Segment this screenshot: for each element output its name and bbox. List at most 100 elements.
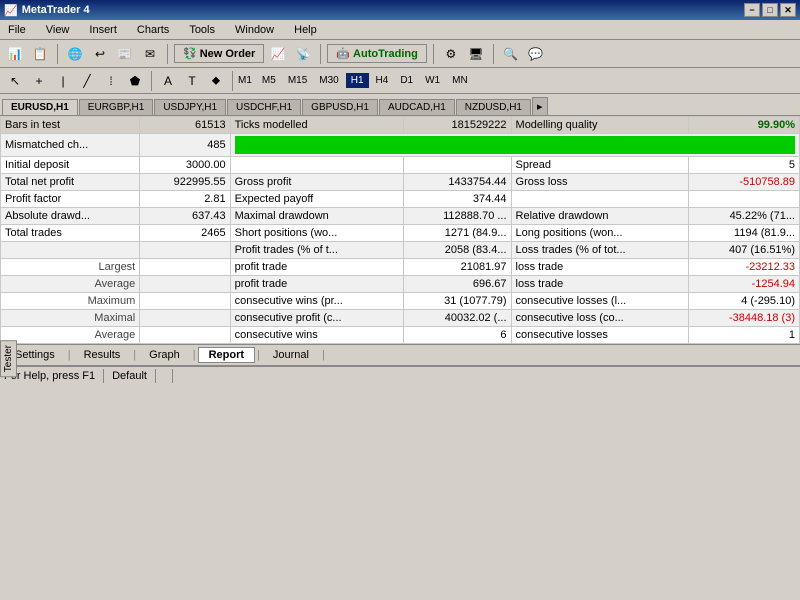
absdraw-value: 637.43 xyxy=(140,208,230,225)
menu-view[interactable]: View xyxy=(42,22,74,38)
period-h1[interactable]: H1 xyxy=(346,73,369,88)
quality-value: 99.90% xyxy=(688,117,799,134)
tab-graph[interactable]: Graph xyxy=(138,347,191,363)
period-d1[interactable]: D1 xyxy=(395,73,418,88)
menu-file[interactable]: File xyxy=(4,22,30,38)
period-mn[interactable]: MN xyxy=(447,73,473,88)
menu-window[interactable]: Window xyxy=(231,22,278,38)
tester-side-label[interactable]: Tester xyxy=(0,340,17,377)
avgloss-value: -1254.94 xyxy=(688,276,799,293)
grossprofit-label: Gross profit xyxy=(230,174,404,191)
tab-usdchf-h1[interactable]: USDCHF,H1 xyxy=(227,99,301,115)
shapes-tool[interactable]: ⬟ xyxy=(124,70,146,92)
period-h4[interactable]: H4 xyxy=(371,73,394,88)
tab-eurusd-h1[interactable]: EURUSD,H1 xyxy=(2,99,78,115)
short-label: Short positions (wo... xyxy=(230,225,404,242)
maxconlosses-label: consecutive losses (l... xyxy=(511,293,688,310)
text-tool[interactable]: A xyxy=(157,70,179,92)
indicator-tool[interactable]: ⬥ xyxy=(205,70,227,92)
new-order-icon: 💱 xyxy=(183,47,197,60)
status-sep1 xyxy=(103,369,104,383)
average-label2: Average xyxy=(1,327,140,344)
chat-btn[interactable]: 💬 xyxy=(525,43,547,65)
tab-journal[interactable]: Journal xyxy=(262,347,320,363)
maxdraw-label: Maximal drawdown xyxy=(230,208,404,225)
zoom-tool[interactable]: T xyxy=(181,70,203,92)
connect-btn[interactable]: 🌐 xyxy=(64,43,86,65)
spread-value: 5 xyxy=(688,157,799,174)
period-sep-tool[interactable]: ⁞ xyxy=(100,70,122,92)
tab-usdjpy-h1[interactable]: USDJPY,H1 xyxy=(154,99,226,115)
new-chart-btn[interactable]: 📊 xyxy=(4,43,26,65)
autotrading-button[interactable]: 🤖 AutoTrading xyxy=(327,44,426,63)
payoff-label: Expected payoff xyxy=(230,191,404,208)
menu-help[interactable]: Help xyxy=(290,22,321,38)
minimize-button[interactable]: − xyxy=(744,3,760,17)
mismatch-value: 485 xyxy=(140,134,230,157)
empty6 xyxy=(140,242,230,259)
new-order-button[interactable]: 💱 New Order xyxy=(174,44,264,63)
drawing-toolbar: ↖ + | ╱ ⁞ ⬟ A T ⬥ M1 M5 M15 M30 H1 H4 D1… xyxy=(0,68,800,94)
maxconwins-value: 31 (1077.79) xyxy=(404,293,511,310)
app-icon: 📈 xyxy=(4,4,18,17)
tab-audcad-h1[interactable]: AUDCAD,H1 xyxy=(379,99,455,115)
empty8 xyxy=(140,276,230,293)
tab-gbpusd-h1[interactable]: GBPUSD,H1 xyxy=(302,99,378,115)
period-m15[interactable]: M15 xyxy=(283,73,312,88)
tab-report[interactable]: Report xyxy=(198,347,255,363)
menu-bar: File View Insert Charts Tools Window Hel… xyxy=(0,20,800,40)
help-text: For Help, press F1 xyxy=(4,370,95,382)
empty1 xyxy=(230,157,404,174)
line-tool[interactable]: | xyxy=(52,70,74,92)
long-value: 1194 (81.9... xyxy=(688,225,799,242)
sep5 xyxy=(493,44,494,64)
empty4 xyxy=(688,191,799,208)
maximum-label: Maximum xyxy=(1,293,140,310)
chart-tab-strip: EURUSD,H1 EURGBP,H1 USDJPY,H1 USDCHF,H1 … xyxy=(0,94,800,116)
maximal-label: Maximal xyxy=(1,310,140,327)
tester-tabs: Settings | Results | Graph | Report | Jo… xyxy=(0,344,800,366)
trendline-tool[interactable]: ╱ xyxy=(76,70,98,92)
tab-sep5: | xyxy=(320,349,327,361)
quality-bar xyxy=(235,136,795,154)
grossprofit-value: 1433754.44 xyxy=(404,174,511,191)
crosshair-tool[interactable]: + xyxy=(28,70,50,92)
period-m30[interactable]: M30 xyxy=(314,73,343,88)
table-row: Profit factor 2.81 Expected payoff 374.4… xyxy=(1,191,800,208)
menu-tools[interactable]: Tools xyxy=(185,22,219,38)
market-watch-btn[interactable]: 📈 xyxy=(267,43,289,65)
draw-sep xyxy=(151,71,152,91)
tab-results[interactable]: Results xyxy=(73,347,132,363)
close-button[interactable]: ✕ xyxy=(780,3,796,17)
payoff-value: 374.44 xyxy=(404,191,511,208)
cursor-tool[interactable]: ↖ xyxy=(4,70,26,92)
tab-eurgbp-h1[interactable]: EURGBP,H1 xyxy=(79,99,154,115)
terminal-btn[interactable]: 🖥 xyxy=(465,43,487,65)
strategy-tester-btn[interactable]: ⚙ xyxy=(440,43,462,65)
spread-label: Spread xyxy=(511,157,688,174)
menu-charts[interactable]: Charts xyxy=(133,22,173,38)
quality-bar-cell xyxy=(230,134,799,157)
history-btn[interactable]: ↩ xyxy=(89,43,111,65)
app-title: MetaTrader 4 xyxy=(22,4,90,16)
table-row: Largest profit trade 21081.97 loss trade… xyxy=(1,259,800,276)
signals-btn[interactable]: 📡 xyxy=(292,43,314,65)
empty11 xyxy=(140,327,230,344)
search-btn[interactable]: 🔍 xyxy=(500,43,522,65)
avgconlosses-value: 1 xyxy=(688,327,799,344)
empty9 xyxy=(140,293,230,310)
maximize-button[interactable]: □ xyxy=(762,3,778,17)
menu-insert[interactable]: Insert xyxy=(85,22,121,38)
profiles-btn[interactable]: 📋 xyxy=(29,43,51,65)
period-w1[interactable]: W1 xyxy=(420,73,445,88)
table-row: Mismatched ch... 485 xyxy=(1,134,800,157)
news-btn[interactable]: 📰 xyxy=(114,43,136,65)
title-bar-controls: − □ ✕ xyxy=(744,3,796,17)
grossloss-label: Gross loss xyxy=(511,174,688,191)
tab-nzdusd-h1[interactable]: NZDUSD,H1 xyxy=(456,99,531,115)
mail-btn[interactable]: ✉ xyxy=(139,43,161,65)
tab-scroll-right[interactable]: ▸ xyxy=(532,97,548,115)
period-m5[interactable]: M5 xyxy=(257,73,281,88)
draw-sep2 xyxy=(232,71,233,91)
table-row: Average consecutive wins 6 consecutive l… xyxy=(1,327,800,344)
